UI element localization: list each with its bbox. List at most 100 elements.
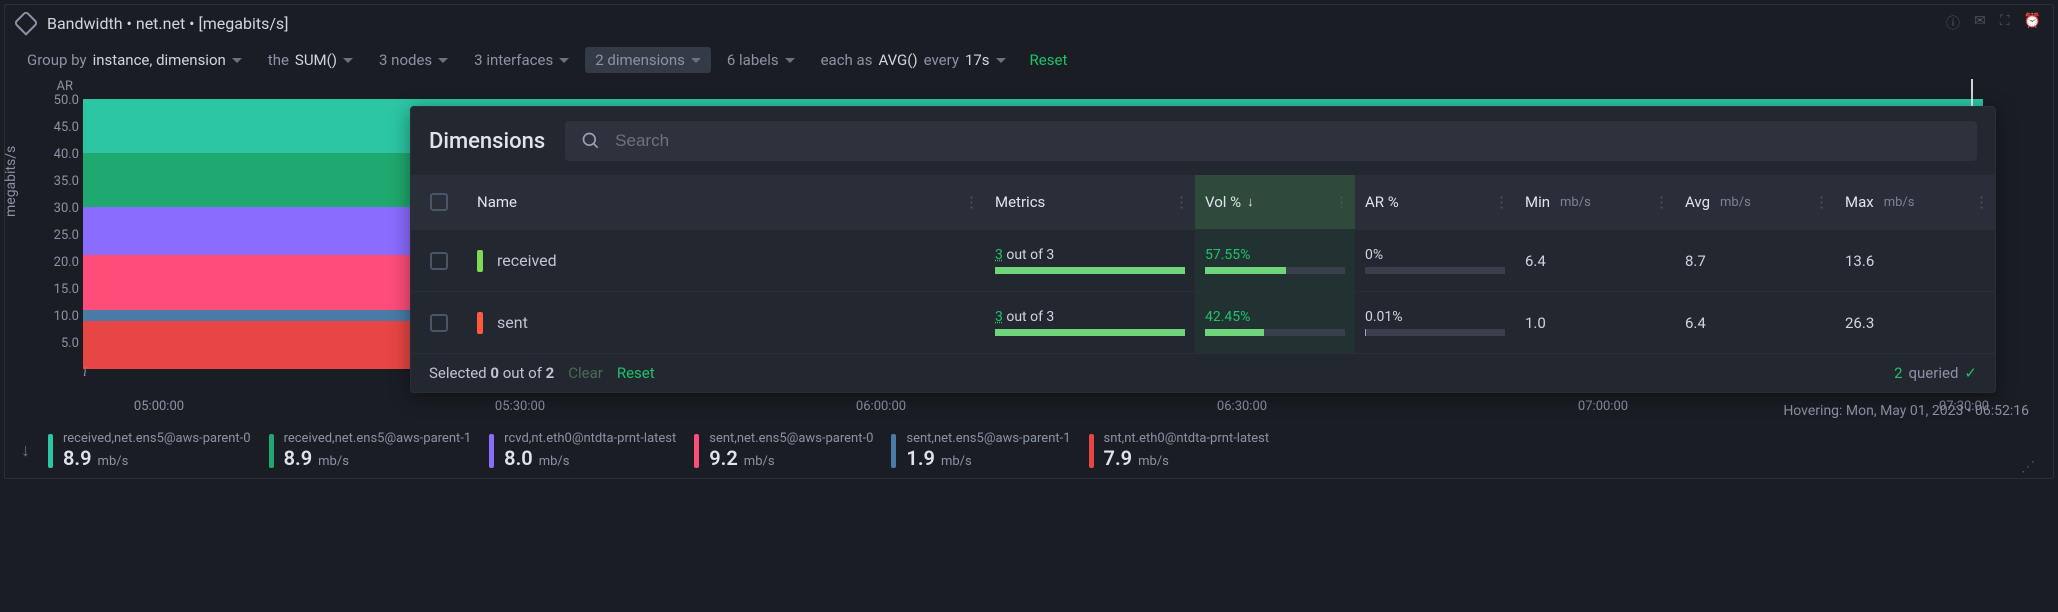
legend-color-icon	[694, 434, 699, 468]
y-tick: 20.0	[29, 255, 79, 270]
tag-icon	[13, 10, 38, 35]
y-tick: 15.0	[29, 282, 79, 297]
avg-cell: 8.7	[1675, 252, 1835, 270]
legend-color-icon	[489, 434, 494, 468]
legend-item[interactable]: snt,nt.eth0@ntdta-prnt-latest 7.9mb/s	[1089, 431, 1270, 470]
chevron-down-icon	[691, 58, 701, 63]
reset-button[interactable]: Reset	[617, 364, 655, 382]
legend-item[interactable]: sent,net.ens5@aws-parent-1 1.9mb/s	[891, 431, 1070, 470]
select-all-checkbox[interactable]	[430, 193, 448, 211]
panel-title: Bandwidth • net.net • [megabits/s]	[47, 14, 1938, 33]
legend-color-icon	[1089, 434, 1094, 468]
x-tick: 06:00:00	[856, 399, 906, 414]
min-cell: 6.4	[1515, 252, 1675, 270]
legend-item[interactable]: rcvd,nt.eth0@ntdta-prnt-latest 8.0mb/s	[489, 431, 676, 470]
check-icon: ✓	[1964, 364, 1977, 382]
alarm-icon[interactable]: ⏰	[2024, 13, 2041, 33]
ar-cell: 0%	[1355, 247, 1515, 274]
sort-arrow-icon[interactable]: ↓	[21, 440, 30, 461]
legend-name: rcvd,nt.eth0@ntdta-prnt-latest	[504, 431, 676, 446]
y-tick: 25.0	[29, 228, 79, 243]
metrics-cell: 3 out of 3	[985, 309, 1195, 336]
col-avg[interactable]: Avgmb/s⋮	[1675, 193, 1835, 211]
x-tick: 07:00:00	[1578, 399, 1628, 414]
y-tick: 30.0	[29, 201, 79, 216]
chevron-down-icon	[996, 58, 1006, 63]
col-min[interactable]: Minmb/s⋮	[1515, 193, 1675, 211]
ar-cell: 0.01%	[1355, 309, 1515, 336]
group-by-selector[interactable]: Group by instance, dimension	[17, 47, 252, 73]
each-as-selector[interactable]: each as AVG() every 17s	[811, 47, 1016, 73]
legend-value: 8.9	[63, 446, 92, 470]
min-cell: 1.0	[1515, 314, 1675, 332]
table-row[interactable]: sent 3 out of 3 42.45% 0.01% 1.0 6.4 26.…	[411, 291, 1995, 353]
max-cell: 13.6	[1835, 252, 1995, 270]
resize-handle-icon[interactable]: ⋰	[2021, 464, 2037, 470]
query-toolbar: Group by instance, dimension the SUM() 3…	[5, 41, 2053, 79]
x-tick: 05:30:00	[495, 399, 545, 414]
chevron-down-icon	[438, 58, 448, 63]
col-vol[interactable]: Vol %↓⋮	[1195, 175, 1355, 229]
x-tick: 07:30:00	[1939, 399, 1989, 414]
col-max[interactable]: Maxmb/s⋮	[1835, 193, 1995, 211]
legend-value: 8.9	[284, 446, 313, 470]
legend-color-icon	[269, 434, 274, 468]
x-tick: 06:30:00	[1217, 399, 1267, 414]
hover-timestamp: Hovering: Mon, May 01, 2023 • 06:52:16	[5, 399, 2053, 423]
chevron-down-icon	[232, 58, 242, 63]
fullscreen-icon[interactable]: ⛶	[2000, 13, 2010, 33]
panel-header: Bandwidth • net.net • [megabits/s] ⓘ ✉ ⛶…	[5, 5, 2053, 41]
interfaces-selector[interactable]: 3 interfaces	[464, 47, 579, 73]
export-icon[interactable]: ✉	[1974, 13, 1986, 33]
col-name[interactable]: Name⋮	[467, 193, 985, 211]
legend-value: 7.9	[1104, 446, 1133, 470]
search-input[interactable]	[615, 131, 1961, 151]
vol-cell: 42.45%	[1195, 292, 1355, 353]
row-checkbox[interactable]	[430, 314, 448, 332]
legend-name: received,net.ens5@aws-parent-0	[63, 431, 251, 446]
y-tick: 45.0	[29, 120, 79, 135]
popup-footer: Selected 0 out of 2 Clear Reset 2 querie…	[411, 353, 1995, 392]
y-tick: 5.0	[29, 336, 79, 351]
row-name-label: sent	[497, 313, 528, 332]
chevron-down-icon	[785, 58, 795, 63]
dimensions-selector[interactable]: 2 dimensions	[585, 47, 711, 73]
legend-value: 9.2	[709, 446, 738, 470]
legend-name: received,net.ens5@aws-parent-1	[284, 431, 472, 446]
search-box[interactable]	[565, 121, 1977, 161]
table-header: Name⋮ Metrics⋮ Vol %↓⋮ AR %⋮ Minmb/s⋮ Av…	[411, 175, 1995, 229]
queried-status: 2 queried ✓	[1894, 364, 1977, 382]
selection-count: Selected 0 out of 2	[429, 364, 554, 382]
legend-item[interactable]: received,net.ens5@aws-parent-0 8.9mb/s	[48, 431, 251, 470]
reset-button[interactable]: Reset	[1030, 51, 1068, 69]
col-metrics[interactable]: Metrics⋮	[985, 193, 1195, 211]
legend-item[interactable]: received,net.ens5@aws-parent-1 8.9mb/s	[269, 431, 472, 470]
color-chip	[477, 250, 483, 272]
popup-title: Dimensions	[429, 129, 545, 154]
legend-value: 8.0	[504, 446, 533, 470]
labels-selector[interactable]: 6 labels	[717, 47, 805, 73]
y-tick: 50.0	[29, 93, 79, 108]
clear-button[interactable]: Clear	[568, 364, 603, 382]
nodes-selector[interactable]: 3 nodes	[369, 47, 458, 73]
legend-color-icon	[48, 434, 53, 468]
color-chip	[477, 312, 483, 334]
row-name-label: received	[497, 251, 557, 270]
col-ar[interactable]: AR %⋮	[1355, 193, 1515, 211]
table-row[interactable]: received 3 out of 3 57.55% 0% 6.4 8.7 13…	[411, 229, 1995, 291]
row-checkbox[interactable]	[430, 252, 448, 270]
y-tick: 10.0	[29, 309, 79, 324]
y-tick: 35.0	[29, 174, 79, 189]
legend-name: snt,nt.eth0@ntdta-prnt-latest	[1104, 431, 1270, 446]
vol-cell: 57.55%	[1195, 230, 1355, 291]
chevron-down-icon	[343, 58, 353, 63]
avg-cell: 6.4	[1675, 314, 1835, 332]
aggregation-selector[interactable]: the SUM()	[258, 47, 363, 73]
legend-item[interactable]: sent,net.ens5@aws-parent-0 9.2mb/s	[694, 431, 873, 470]
x-tick: 05:00:00	[134, 399, 184, 414]
legend: ↓ received,net.ens5@aws-parent-0 8.9mb/s…	[5, 423, 2053, 478]
info-icon[interactable]: ⓘ	[1946, 13, 1960, 33]
legend-color-icon	[891, 434, 896, 468]
max-cell: 26.3	[1835, 314, 1995, 332]
legend-name: sent,net.ens5@aws-parent-1	[906, 431, 1070, 446]
